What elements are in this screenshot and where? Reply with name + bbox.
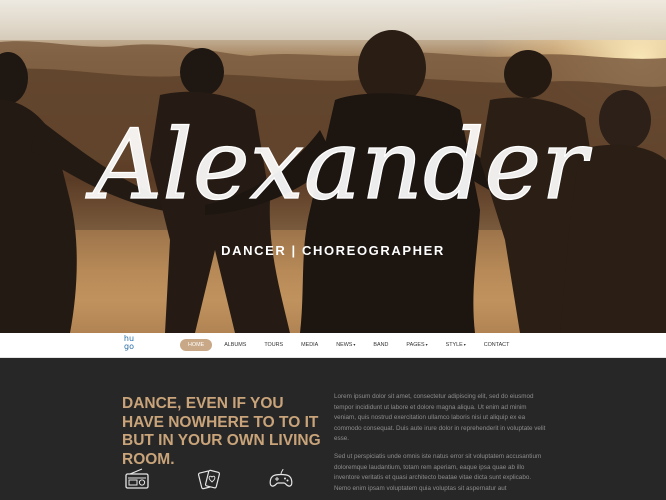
hero-title: Alexander	[85, 109, 592, 221]
site-logo[interactable]: hu go	[120, 335, 138, 357]
intro-headline: DANCE, EVEN IF YOU HAVE NOWHERE TO TO IT…	[122, 395, 321, 468]
nav-item-band[interactable]: BAND	[367, 339, 394, 351]
caret-down-icon: ▾	[425, 342, 428, 347]
nav-item-label: MEDIA	[301, 342, 319, 348]
caret-down-icon: ▾	[353, 342, 356, 347]
nav-item-label: CONTACT	[483, 342, 510, 348]
nav-item-albums[interactable]: ALBUMS	[218, 339, 252, 351]
nav-item-label: TOURS	[264, 342, 284, 348]
nav-item-tours[interactable]: TOURS	[258, 339, 289, 351]
hero-title-script: Alexander	[84, 108, 593, 221]
nav-menu: HOME ALBUMS TOURS MEDIA NEWS▾ BAND PAGES…	[180, 338, 521, 352]
main-navigation: hu go HOME ALBUMS TOURS MEDIA NEWS▾ BAND…	[0, 333, 666, 358]
nav-item-label: HOME	[188, 342, 205, 348]
nav-item-pages[interactable]: PAGES▾	[400, 339, 433, 351]
radio-icon	[125, 468, 149, 489]
feature-icons	[122, 468, 322, 492]
intro-section: DANCE, EVEN IF YOU HAVE NOWHERE TO TO IT…	[0, 358, 666, 500]
caret-down-icon: ▾	[463, 342, 466, 347]
nav-item-style[interactable]: STYLE▾	[440, 339, 472, 351]
playing-cards-icon	[197, 469, 221, 490]
hero-banner: Alexander DANCER | CHOREOGRAPHER	[0, 0, 666, 333]
nav-item-media[interactable]: MEDIA	[295, 339, 324, 351]
nav-item-label: PAGES	[406, 342, 425, 348]
nav-item-label: ALBUMS	[224, 342, 247, 348]
nav-item-news[interactable]: NEWS▾	[330, 339, 361, 351]
nav-item-contact[interactable]: CONTACT	[478, 339, 516, 351]
nav-item-label: BAND	[373, 342, 389, 348]
nav-item-label: NEWS	[336, 342, 353, 348]
intro-paragraph-1: Lorem ipsum dolor sit amet, consectetur …	[334, 393, 546, 443]
nav-item-label: STYLE	[445, 342, 463, 348]
logo-text-bottom: go	[124, 342, 134, 351]
hero-subtitle: DANCER | CHOREOGRAPHER	[221, 243, 445, 258]
intro-paragraph-2: Sed ut perspiciatis unde omnis iste natu…	[334, 453, 542, 492]
nav-item-home[interactable]: HOME	[180, 339, 213, 351]
gamepad-icon	[269, 468, 293, 487]
